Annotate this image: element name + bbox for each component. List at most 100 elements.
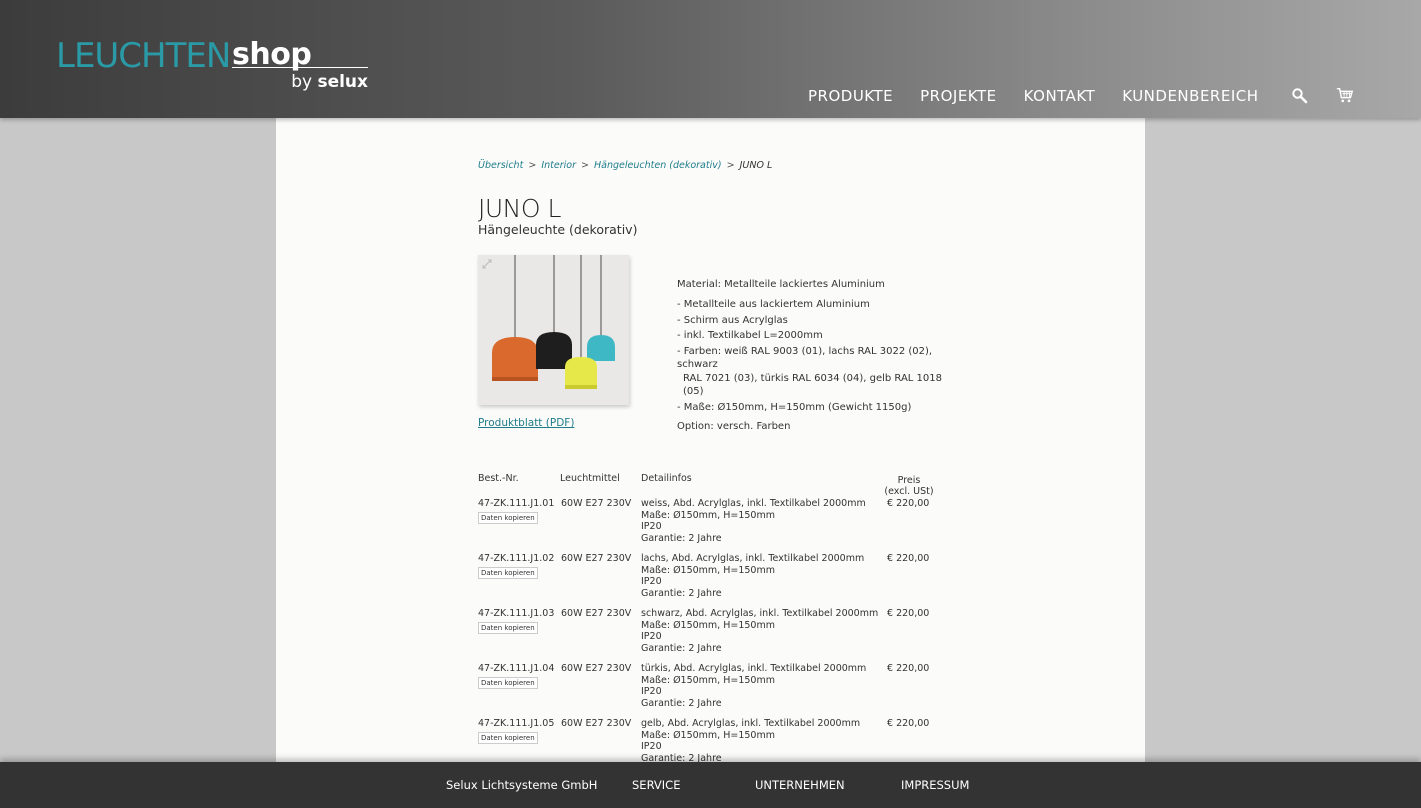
row-detail-line: Garantie: 2 Jahre bbox=[641, 697, 722, 709]
logo-divider bbox=[232, 67, 368, 68]
row-detail-line: IP20 bbox=[641, 521, 662, 532]
row-detail-line: Garantie: 2 Jahre bbox=[641, 752, 722, 763]
breadcrumb-separator: > bbox=[581, 160, 589, 171]
breadcrumb-separator: > bbox=[528, 160, 537, 171]
footer-service[interactable]: SERVICE bbox=[632, 778, 680, 792]
spec-feature: - Metallteile aus lackiertem Aluminium bbox=[677, 299, 870, 310]
row-detail-line: Maße: Ø150mm, H=150mm bbox=[641, 564, 775, 576]
footer-impressum[interactable]: IMPRESSUM bbox=[901, 778, 969, 792]
spec-material: Material: Metallteile lackiertes Alumini… bbox=[677, 279, 885, 290]
row-detail-line: Maße: Ø150mm, H=150mm bbox=[641, 729, 775, 741]
column-header-preis-note: (excl. USt) bbox=[884, 486, 934, 497]
site-logo[interactable]: LEUCHTEN shop by selux bbox=[56, 36, 368, 96]
nav-produkte[interactable]: PRODUKTE bbox=[808, 87, 893, 105]
row-preis: € 220,00 bbox=[887, 553, 930, 564]
copy-data-button[interactable]: Daten kopieren bbox=[478, 512, 538, 524]
spec-feature: - Schirm aus Acrylglas bbox=[677, 314, 788, 326]
logo-leuchten-text: LEUCHTEN bbox=[56, 36, 231, 76]
product-title: JUNO L bbox=[478, 194, 561, 223]
column-header-preis: Preis (excl. USt) bbox=[880, 475, 938, 497]
spec-option: Option: versch. Farben bbox=[677, 421, 791, 432]
nav-kundenbereich[interactable]: KUNDENBEREICH bbox=[1122, 87, 1258, 105]
column-header-leuchtmittel: Leuchtmittel bbox=[560, 473, 620, 484]
row-details: lachs, Abd. Acrylglas, inkl. Textilkabel… bbox=[641, 553, 864, 599]
row-detail-line: IP20 bbox=[641, 576, 662, 587]
copy-data-button[interactable]: Daten kopieren bbox=[478, 732, 538, 744]
nav-projekte[interactable]: PROJEKTE bbox=[920, 87, 997, 105]
footer-company[interactable]: Selux Lichtsysteme GmbH bbox=[446, 778, 597, 792]
column-header-preis-label: Preis bbox=[897, 475, 921, 486]
nav-kontakt[interactable]: KONTAKT bbox=[1024, 87, 1096, 105]
row-detail-line: Maße: Ø150mm, H=150mm bbox=[641, 619, 775, 631]
row-details: weiss, Abd. Acrylglas, inkl. Textilkabel… bbox=[641, 498, 866, 544]
table-row: 47-ZK.111.J1.05 Daten kopieren 60W E27 2… bbox=[478, 718, 948, 762]
row-detail-line: Garantie: 2 Jahre bbox=[641, 532, 722, 544]
row-detail-line: Maße: Ø150mm, H=150mm bbox=[641, 509, 775, 521]
spec-feature: - Maße: Ø150mm, H=150mm (Gewicht 1150g) bbox=[677, 401, 912, 413]
row-details: türkis, Abd. Acrylglas, inkl. Textilkabe… bbox=[641, 663, 866, 709]
product-subtitle: Hängeleuchte (dekorativ) bbox=[478, 222, 638, 237]
row-preis: € 220,00 bbox=[887, 608, 930, 619]
row-leuchtmittel: 60W E27 230V bbox=[561, 553, 632, 564]
product-image[interactable] bbox=[478, 255, 629, 405]
row-leuchtmittel: 60W E27 230V bbox=[561, 608, 632, 619]
search-icon[interactable] bbox=[1291, 87, 1309, 105]
main-nav: PRODUKTE PROJEKTE KONTAKT KUNDENBEREICH bbox=[808, 85, 1286, 107]
table-row: 47-ZK.111.J1.03 Daten kopieren 60W E27 2… bbox=[478, 608, 948, 663]
table-row: 47-ZK.111.J1.04 Daten kopieren 60W E27 2… bbox=[478, 663, 948, 718]
row-preis: € 220,00 bbox=[887, 663, 930, 674]
spec-feature: - inkl. Textilkabel L=2000mm bbox=[677, 330, 823, 341]
row-preis: € 220,00 bbox=[887, 498, 930, 509]
table-row: 47-ZK.111.J1.02 Daten kopieren 60W E27 2… bbox=[478, 553, 948, 608]
expand-icon[interactable] bbox=[482, 259, 492, 269]
row-detail-line: IP20 bbox=[641, 686, 662, 697]
product-specs: Material: Metallteile lackiertes Alumini… bbox=[677, 278, 947, 434]
breadcrumb-current: JUNO L bbox=[739, 160, 773, 171]
spec-feature-continued: RAL 7021 (03), türkis RAL 6034 (04), gel… bbox=[683, 372, 943, 398]
product-pdf-link[interactable]: Produktblatt (PDF) bbox=[478, 417, 574, 429]
breadcrumb-uebersicht[interactable]: Übersicht bbox=[478, 160, 523, 171]
logo-brand: selux bbox=[317, 72, 368, 92]
breadcrumb-interior[interactable]: Interior bbox=[541, 160, 576, 171]
breadcrumb-haengeleuchten[interactable]: Hängeleuchten (dekorativ) bbox=[594, 160, 722, 171]
row-detail-line: Garantie: 2 Jahre bbox=[641, 587, 722, 599]
table-row: 47-ZK.111.J1.01 Daten kopieren 60W E27 2… bbox=[478, 498, 948, 553]
row-detail-line: schwarz, Abd. Acrylglas, inkl. Textilkab… bbox=[641, 608, 879, 619]
copy-data-button[interactable]: Daten kopieren bbox=[478, 677, 538, 689]
copy-data-button[interactable]: Daten kopieren bbox=[478, 622, 538, 634]
column-header-nr: Best.-Nr. bbox=[478, 473, 519, 484]
logo-by-prefix: by bbox=[291, 72, 318, 92]
breadcrumb: Übersicht > Interior > Hängeleuchten (de… bbox=[478, 160, 772, 171]
logo-shop-text: shop bbox=[232, 37, 312, 72]
row-detail-line: weiss, Abd. Acrylglas, inkl. Textilkabel… bbox=[641, 498, 866, 509]
row-details: gelb, Abd. Acrylglas, inkl. Textilkabel … bbox=[641, 718, 860, 762]
column-header-details: Detailinfos bbox=[641, 473, 692, 484]
site-header: LEUCHTEN shop by selux PRODUKTE PROJEKTE… bbox=[0, 0, 1421, 118]
row-nr: 47-ZK.111.J1.02 bbox=[478, 553, 555, 564]
logo-byline: by selux bbox=[291, 72, 368, 92]
row-preis: € 220,00 bbox=[887, 718, 930, 729]
row-detail-line: lachs, Abd. Acrylglas, inkl. Textilkabel… bbox=[641, 553, 865, 564]
row-detail-line: IP20 bbox=[641, 741, 662, 752]
row-nr: 47-ZK.111.J1.03 bbox=[478, 608, 555, 619]
footer-unternehmen[interactable]: UNTERNEHMEN bbox=[755, 778, 845, 792]
row-details: schwarz, Abd. Acrylglas, inkl. Textilkab… bbox=[641, 608, 878, 654]
row-detail-line: IP20 bbox=[641, 631, 662, 642]
pendant-lamps-illustration bbox=[478, 255, 629, 405]
row-leuchtmittel: 60W E27 230V bbox=[561, 718, 632, 729]
row-detail-line: Garantie: 2 Jahre bbox=[641, 642, 722, 654]
row-detail-line: Maße: Ø150mm, H=150mm bbox=[641, 674, 775, 686]
site-footer: Selux Lichtsysteme GmbH SERVICE UNTERNEH… bbox=[0, 762, 1421, 808]
breadcrumb-separator: > bbox=[726, 160, 735, 171]
row-detail-line: gelb, Abd. Acrylglas, inkl. Textilkabel … bbox=[641, 718, 861, 729]
row-nr: 47-ZK.111.J1.05 bbox=[478, 718, 555, 729]
row-nr: 47-ZK.111.J1.01 bbox=[478, 498, 555, 509]
main-content: Übersicht > Interior > Hängeleuchten (de… bbox=[276, 118, 1145, 762]
row-leuchtmittel: 60W E27 230V bbox=[561, 498, 632, 509]
spec-feature: - Farben: weiß RAL 9003 (01), lachs RAL … bbox=[677, 345, 933, 371]
cart-icon[interactable] bbox=[1336, 86, 1354, 104]
row-leuchtmittel: 60W E27 230V bbox=[561, 663, 632, 674]
row-detail-line: türkis, Abd. Acrylglas, inkl. Textilkabe… bbox=[641, 663, 867, 674]
copy-data-button[interactable]: Daten kopieren bbox=[478, 567, 538, 579]
row-nr: 47-ZK.111.J1.04 bbox=[478, 663, 555, 674]
